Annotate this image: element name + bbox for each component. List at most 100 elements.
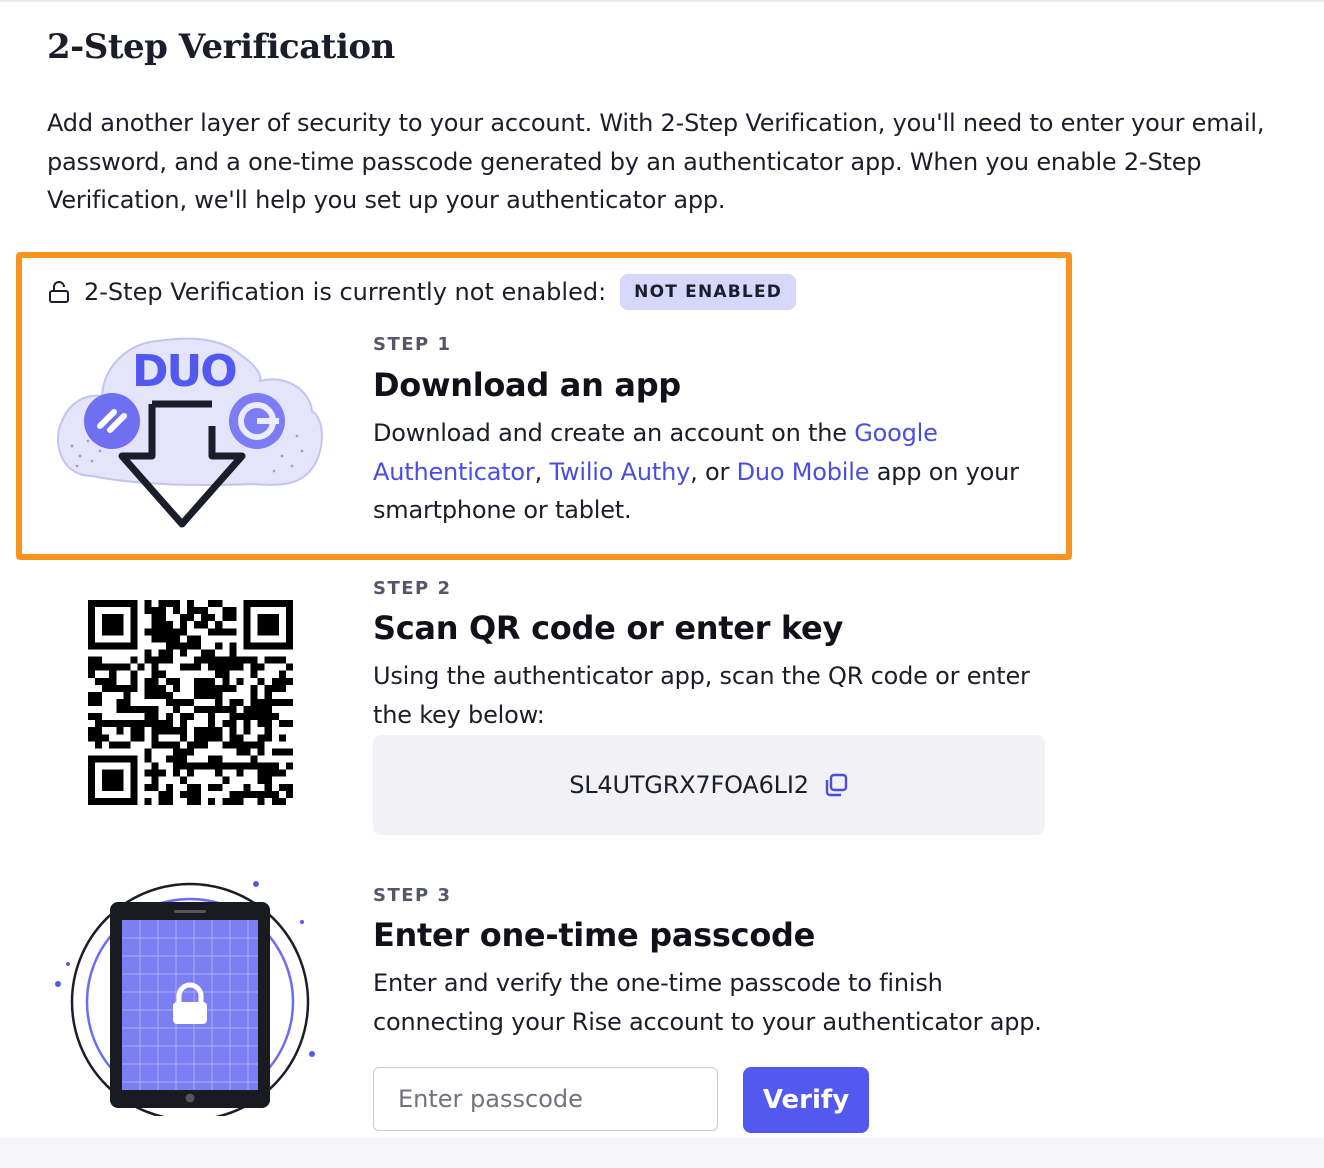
qr-module [172, 727, 180, 735]
qr-module [151, 727, 159, 735]
qr-module [257, 769, 265, 777]
qr-module [201, 727, 209, 735]
qr-module [151, 734, 159, 742]
qr-module [130, 677, 138, 685]
qr-module [194, 677, 202, 685]
qr-module [194, 734, 202, 742]
qr-module [95, 663, 103, 671]
verify-button[interactable]: Verify [743, 1067, 869, 1133]
qr-module [194, 790, 202, 798]
qr-module [243, 706, 251, 714]
qr-module [215, 706, 223, 714]
qr-module [243, 790, 251, 798]
qr-module [151, 621, 159, 629]
qr-module [179, 734, 187, 742]
qr-module [144, 748, 152, 756]
qr-module [172, 628, 180, 636]
qr-module [144, 797, 152, 805]
qr-module [222, 797, 230, 805]
qr-module [179, 649, 187, 657]
qr-module [151, 677, 159, 685]
qr-module [158, 670, 166, 678]
qr-module [201, 734, 209, 742]
qr-module [165, 656, 173, 664]
qr-module [229, 698, 237, 707]
twilio-authy-link[interactable]: Twilio Authy [549, 458, 690, 486]
qr-module [243, 741, 251, 749]
qr-module [194, 691, 202, 699]
qr-module [194, 607, 202, 615]
qr-module [264, 727, 272, 735]
qr-module [250, 670, 258, 678]
qr-module [201, 656, 209, 664]
qr-module [137, 663, 145, 671]
qr-module [243, 748, 251, 756]
qr-module [194, 684, 202, 692]
qr-module [201, 706, 209, 714]
qr-module [95, 727, 103, 735]
qr-module [144, 691, 152, 699]
duo-mobile-link[interactable]: Duo Mobile [737, 458, 870, 486]
qr-module [229, 607, 237, 615]
qr-module [208, 649, 216, 657]
qr-module [130, 656, 138, 664]
qr-module [151, 720, 159, 728]
qr-module [109, 720, 117, 728]
qr-module [278, 783, 286, 791]
qr-module [179, 698, 187, 707]
qr-module [144, 783, 152, 791]
qr-module [179, 628, 187, 636]
qr-module [271, 677, 279, 685]
qr-module [229, 684, 237, 692]
qr-module [243, 762, 251, 770]
qr-module [88, 713, 96, 721]
qr-module [215, 600, 223, 608]
qr-finder-pattern [88, 755, 138, 805]
qr-module [236, 677, 244, 685]
qr-module [236, 734, 244, 742]
qr-module [88, 727, 96, 735]
qr-module [158, 614, 166, 622]
qr-module [144, 684, 152, 692]
qr-module [257, 713, 265, 721]
qr-module [172, 684, 180, 692]
copy-icon[interactable] [823, 772, 849, 798]
qr-module [257, 797, 265, 805]
qr-module [186, 642, 195, 650]
qr-module [151, 614, 159, 622]
qr-module [222, 684, 230, 692]
page-title: 2-Step Verification [47, 27, 395, 67]
qr-module [165, 755, 173, 763]
qr-module [186, 614, 195, 622]
qr-module [88, 670, 96, 678]
qr-module [201, 649, 209, 657]
qr-module [165, 600, 173, 608]
qr-module [222, 628, 230, 636]
qr-module [186, 762, 195, 770]
qr-module [194, 642, 202, 650]
passcode-input[interactable] [373, 1067, 718, 1131]
qr-module [229, 741, 237, 749]
qr-module [208, 684, 216, 692]
qr-finder-pattern [88, 600, 138, 650]
qr-module [144, 713, 152, 721]
qr-module [95, 741, 103, 749]
qr-module [194, 727, 202, 735]
tablet-speaker [174, 910, 206, 913]
qr-module [208, 720, 216, 728]
qr-module [116, 741, 124, 749]
qr-module [144, 720, 152, 728]
qr-module [285, 762, 293, 770]
qr-module [271, 713, 279, 721]
qr-module [257, 741, 265, 749]
qr-module [257, 706, 265, 714]
qr-module [151, 670, 159, 678]
qr-module [243, 656, 251, 664]
qr-module [264, 790, 272, 798]
qr-module [264, 776, 272, 784]
qr-module [285, 720, 293, 728]
qr-module [285, 783, 293, 791]
qr-module [201, 621, 209, 629]
qr-module [179, 713, 187, 721]
qr-module [229, 797, 237, 805]
